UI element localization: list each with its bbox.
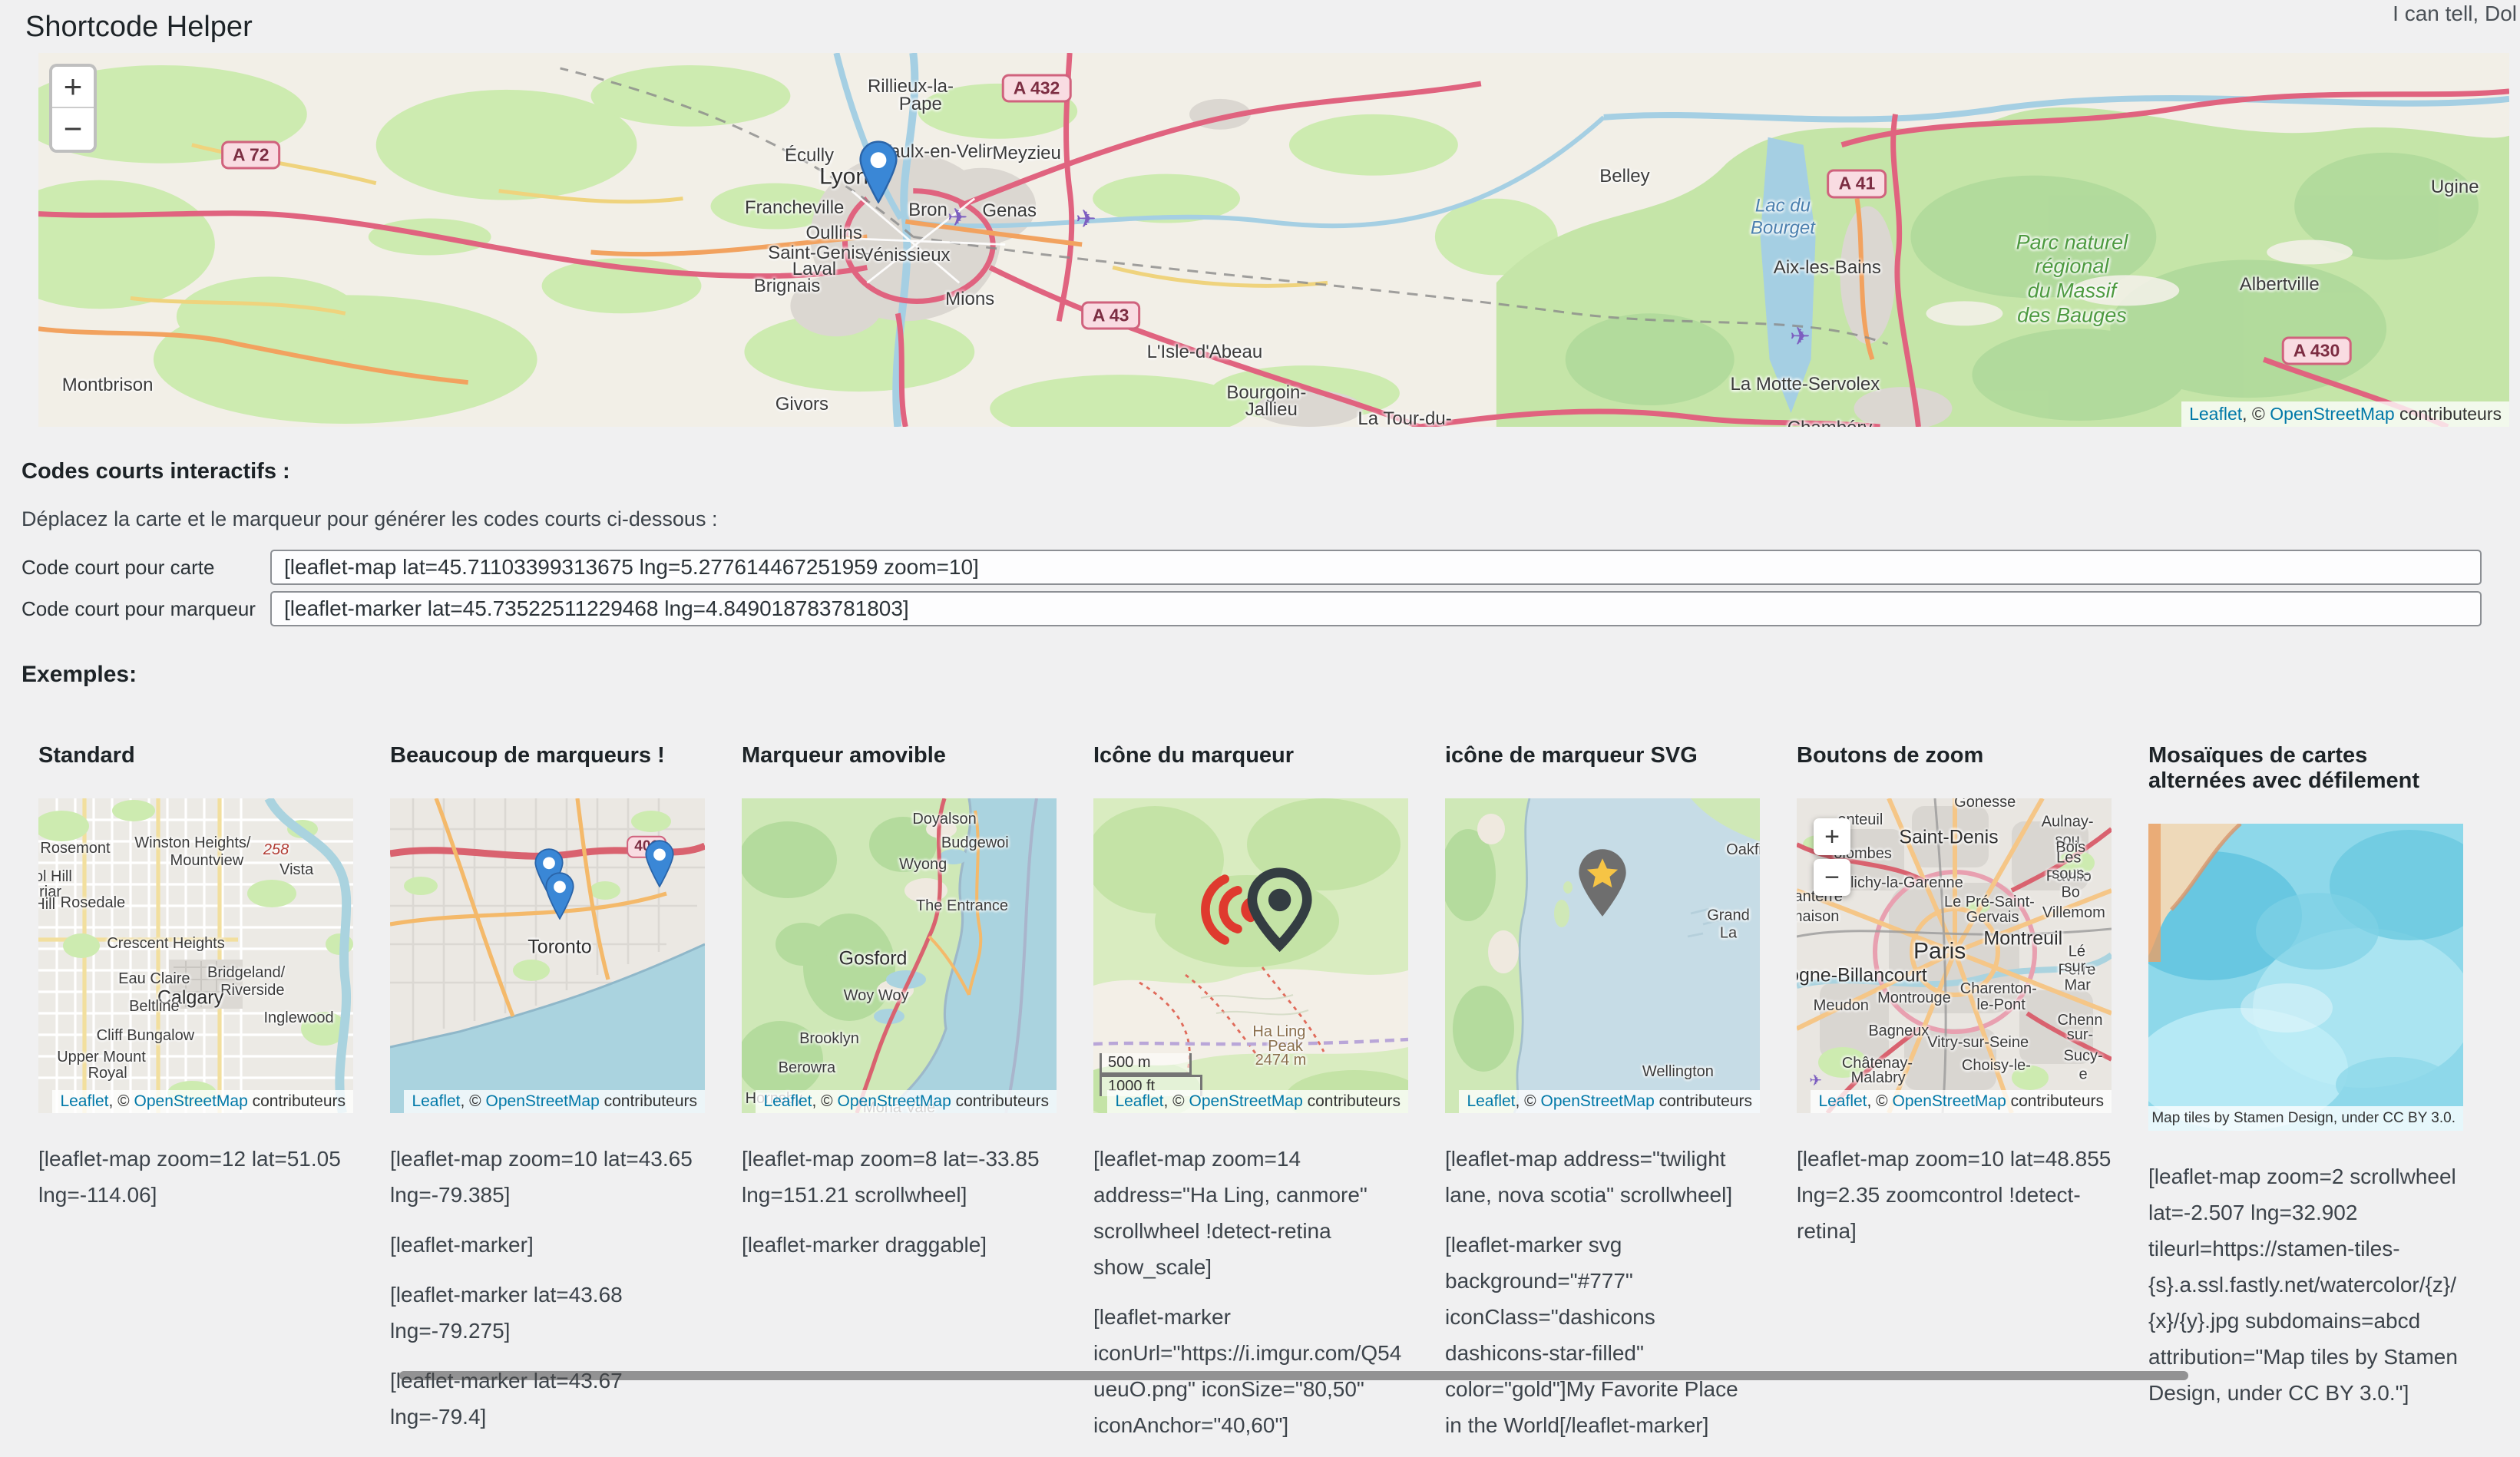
examples-heading: Exemples: [21, 662, 2520, 688]
map-tiles [1445, 798, 1760, 1113]
example-map-many-markers[interactable]: Leaflet, © OpenStreetMap contributeurs T… [390, 798, 705, 1113]
leaflet-link[interactable]: Leaflet [1115, 1092, 1163, 1110]
card-title: Standard [38, 743, 353, 769]
map-tiles [742, 798, 1057, 1113]
marker-shortcode-input[interactable] [270, 591, 2482, 626]
card-title: Marqueur amovible [742, 743, 1057, 769]
example-card-many-markers: Beaucoup de marqueurs ! [390, 743, 705, 1449]
shortcode-text: [leaflet-map zoom=12 lat=51.05 lng=-114.… [38, 1141, 353, 1213]
shortcode-text: [leaflet-marker draggable] [742, 1227, 1057, 1263]
example-map-custom-icon[interactable]: 500 m 1000 ft Leaflet, © OpenStreetMap c… [1093, 798, 1408, 1113]
map-shortcode-input[interactable] [270, 550, 2482, 585]
card-shortcodes: [leaflet-map zoom=14 address="Ha Ling, c… [1093, 1141, 1408, 1443]
scale-metric: 500 m [1100, 1053, 1192, 1075]
marker-shortcode-row: Code court pour marqueur [21, 591, 2520, 626]
zoom-out-button[interactable]: − [52, 108, 94, 150]
star-pin-icon [1577, 847, 1628, 918]
map-tiles [2148, 824, 2463, 1131]
map-marker-icon[interactable] [859, 140, 898, 203]
card-title: Icône du marqueur [1093, 743, 1408, 769]
shortcode-text: [leaflet-marker lat=43.68 lng=-79.275] [390, 1277, 705, 1349]
marker-shortcode-label: Code court pour marqueur [21, 597, 270, 621]
main-map[interactable]: + − Leaflet, © OpenStreetMap contributeu… [38, 53, 2509, 427]
shortcode-text: [leaflet-marker svg background="#777" ic… [1445, 1227, 1760, 1443]
card-title: Boutons de zoom [1797, 743, 2112, 769]
zoom-control: + − [49, 64, 97, 153]
card-shortcodes: [leaflet-map address="twilight lane, nov… [1445, 1141, 1760, 1443]
leaflet-link[interactable]: Leaflet [412, 1092, 460, 1110]
interactive-shortcodes-section: Codes courts interactifs : Déplacez la c… [21, 459, 2520, 626]
example-cards: Standard [38, 743, 2520, 1457]
map-attribution: Leaflet, © OpenStreetMap contributeurs [2181, 401, 2509, 427]
openstreetmap-link[interactable]: OpenStreetMap [486, 1092, 600, 1110]
card-shortcodes: [leaflet-map zoom=10 lat=43.65 lng=-79.3… [390, 1141, 705, 1435]
shortcode-text: [leaflet-map zoom=10 lat=43.65 lng=-79.3… [390, 1141, 705, 1213]
card-shortcodes: [leaflet-map zoom=2 scrollwheel lat=-2.5… [2148, 1158, 2463, 1411]
map-shortcode-row: Code court pour carte [21, 550, 2520, 585]
map-marker-icon [545, 872, 574, 920]
openstreetmap-link[interactable]: OpenStreetMap [838, 1092, 951, 1110]
card-shortcodes: [leaflet-map zoom=12 lat=51.05 lng=-114.… [38, 1141, 353, 1213]
openstreetmap-link[interactable]: OpenStreetMap [134, 1092, 248, 1110]
card-shortcodes: [leaflet-map zoom=10 lat=48.855 lng=2.35… [1797, 1141, 2112, 1249]
map-attribution: Leaflet, © OpenStreetMap contributeurs [1459, 1090, 1760, 1113]
map-attribution: Leaflet, © OpenStreetMap contributeurs [1811, 1090, 2112, 1113]
example-card-marker-icon: Icône du marqueur [1093, 743, 1408, 1457]
admin-bar-text: I can tell, Dol [2393, 2, 2517, 26]
card-title: Mosaïques de cartes alternées avec défil… [2148, 743, 2463, 795]
card-title: Beaucoup de marqueurs ! [390, 743, 705, 769]
example-map-standard[interactable]: Leaflet, © OpenStreetMap contributeurs R… [38, 798, 353, 1113]
example-map-draggable[interactable]: Leaflet, © OpenStreetMap contributeurs D… [742, 798, 1057, 1113]
example-card-zoom-buttons: Boutons de zoom [1797, 743, 2112, 1263]
shortcode-text: [leaflet-map zoom=8 lat=-33.85 lng=151.2… [742, 1141, 1057, 1213]
example-card-alternate-tiles: Mosaïques de cartes alternées avec défil… [2148, 743, 2463, 1425]
openstreetmap-link[interactable]: OpenStreetMap [1541, 1092, 1655, 1110]
shortcode-text: [leaflet-map zoom=14 address="Ha Ling, c… [1093, 1141, 1408, 1285]
map-attribution: Leaflet, © OpenStreetMap contributeurs [404, 1090, 705, 1113]
zoom-out-button[interactable]: − [1814, 859, 1850, 896]
custom-signal-pin-icon [1189, 867, 1318, 952]
openstreetmap-link[interactable]: OpenStreetMap [2270, 404, 2394, 424]
card-shortcodes: [leaflet-map zoom=8 lat=-33.85 lng=151.2… [742, 1141, 1057, 1263]
leaflet-link[interactable]: Leaflet [1467, 1092, 1515, 1110]
map-tiles [38, 798, 353, 1113]
leaflet-link[interactable]: Leaflet [763, 1092, 812, 1110]
example-map-zoom-buttons[interactable]: + − Leaflet, © OpenStreetMap contributeu… [1797, 798, 2112, 1113]
leaflet-link[interactable]: Leaflet [1818, 1092, 1867, 1110]
zoom-control: + − [1814, 818, 1850, 900]
leaflet-link[interactable]: Leaflet [60, 1092, 108, 1110]
openstreetmap-link[interactable]: OpenStreetMap [1893, 1092, 2006, 1110]
shortcode-text: [leaflet-map zoom=10 lat=48.855 lng=2.35… [1797, 1141, 2112, 1249]
example-card-standard: Standard [38, 743, 353, 1227]
shortcodes-instruction: Déplacez la carte et le marqueur pour gé… [21, 507, 2520, 531]
card-title: icône de marqueur SVG [1445, 743, 1760, 769]
example-map-watercolor[interactable]: Map tiles by Stamen Design, under CC BY … [2148, 824, 2463, 1131]
map-shortcode-label: Code court pour carte [21, 556, 270, 580]
shortcode-text: [leaflet-map zoom=2 scrollwheel lat=-2.5… [2148, 1158, 2463, 1411]
shortcodes-heading: Codes courts interactifs : [21, 459, 2520, 484]
zoom-in-button[interactable]: + [52, 67, 94, 108]
page-title: Shortcode Helper [25, 11, 2520, 44]
map-attribution: Map tiles by Stamen Design, under CC BY … [2148, 1106, 2463, 1131]
example-card-draggable-marker: Marqueur amovible [742, 743, 1057, 1277]
map-tiles [38, 53, 2509, 427]
shortcode-text: [leaflet-map address="twilight lane, nov… [1445, 1141, 1760, 1213]
example-card-svg-marker: icône de marqueur SVG [1445, 743, 1760, 1457]
map-marker-icon [645, 840, 674, 887]
map-attribution: Leaflet, © OpenStreetMap contributeurs [756, 1090, 1057, 1113]
map-attribution: Leaflet, © OpenStreetMap contributeurs [1107, 1090, 1408, 1113]
openstreetmap-link[interactable]: OpenStreetMap [1189, 1092, 1303, 1110]
example-map-svg-marker[interactable]: Leaflet, © OpenStreetMap contributeurs O… [1445, 798, 1760, 1113]
shortcode-text: [leaflet-marker] [390, 1227, 705, 1263]
zoom-in-button[interactable]: + [1814, 818, 1850, 855]
map-attribution: Leaflet, © OpenStreetMap contributeurs [52, 1090, 353, 1113]
leaflet-link[interactable]: Leaflet [2189, 404, 2242, 424]
